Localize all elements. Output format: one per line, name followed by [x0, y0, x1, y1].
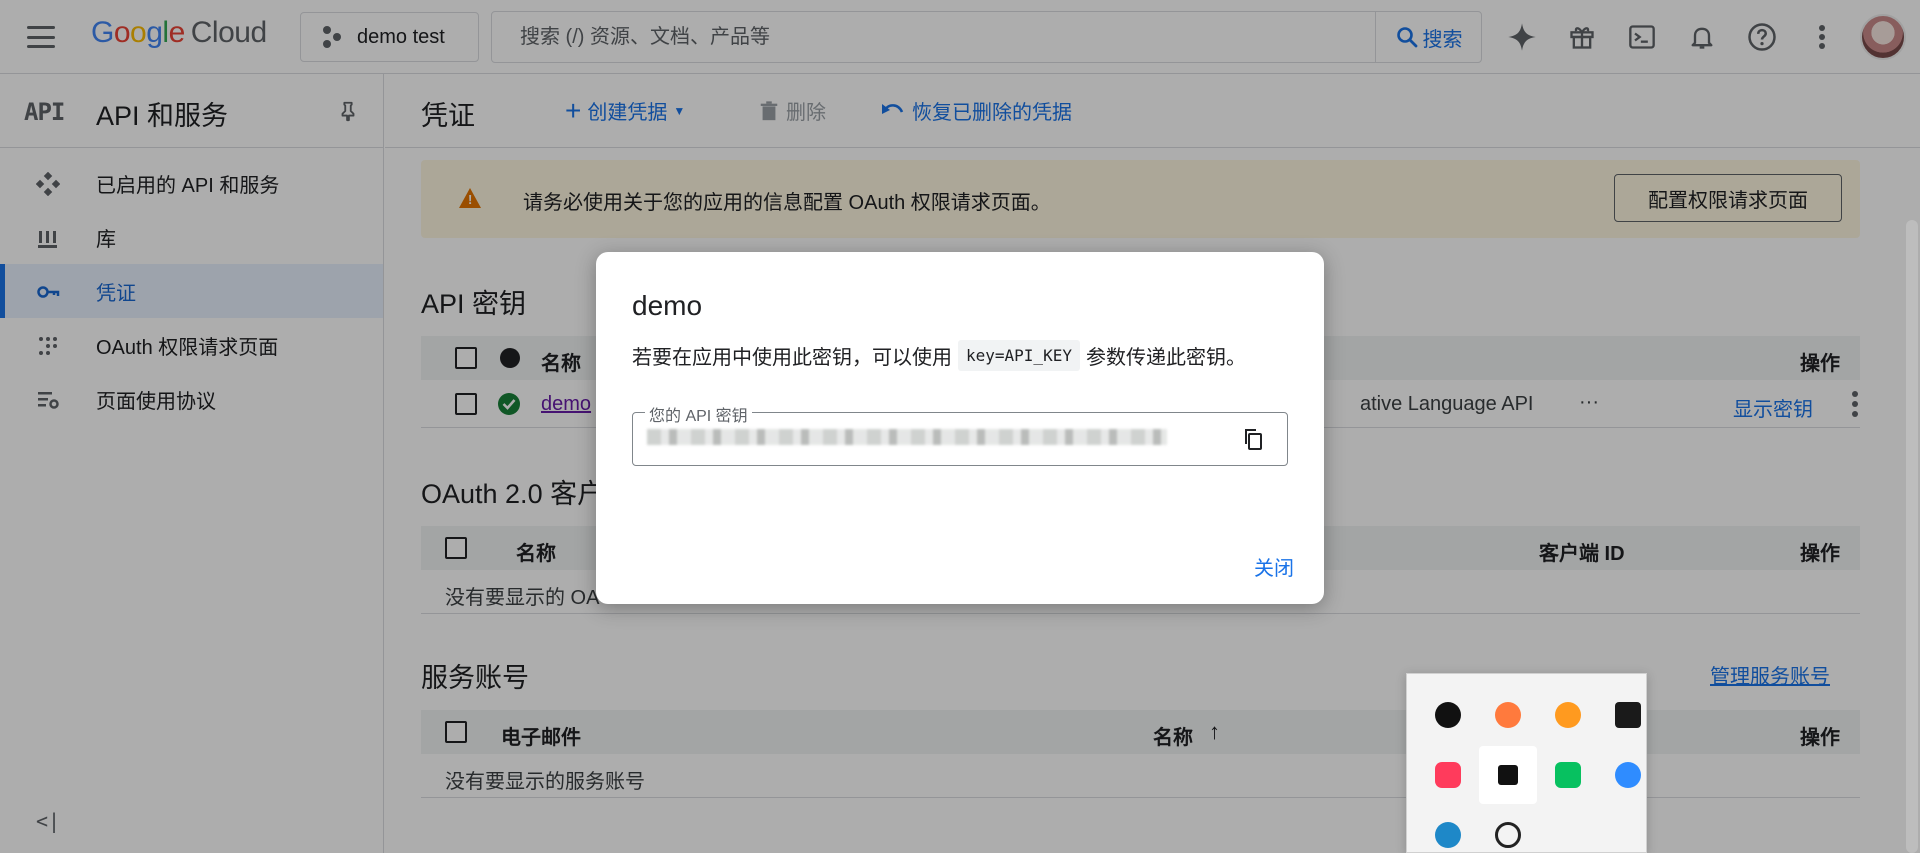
black-square-app-icon[interactable] [1479, 746, 1537, 804]
openai-icon[interactable] [1479, 806, 1537, 853]
api-key-dialog: demo 若要在应用中使用此密钥，可以使用 key=API_KEY 参数传递此密… [596, 252, 1324, 604]
cat-app-icon[interactable] [1479, 686, 1537, 744]
copy-icon[interactable] [1241, 427, 1265, 451]
system-tray-overflow [1406, 673, 1647, 853]
dialog-title: demo [632, 290, 703, 321]
wechat-icon[interactable] [1539, 746, 1597, 804]
dialog-description: 若要在应用中使用此密钥，可以使用 key=API_KEY 参数传递此密钥。 [632, 340, 1246, 371]
blue-search-app-icon[interactable] [1599, 746, 1657, 804]
page-scrollbar[interactable] [1906, 220, 1918, 853]
qq-icon[interactable] [1419, 686, 1477, 744]
api-key-field[interactable]: 您的 API 密钥 [632, 402, 1288, 466]
jetbrains-toolbox-icon[interactable] [1599, 686, 1657, 744]
red-app-icon[interactable] [1419, 746, 1477, 804]
flame-app-icon[interactable] [1539, 686, 1597, 744]
security-shield-icon[interactable] [1419, 806, 1477, 853]
close-button[interactable]: 关闭 [1254, 552, 1294, 581]
api-key-field-label: 您的 API 密钥 [645, 402, 752, 426]
api-key-value-redacted[interactable] [647, 429, 1167, 445]
key-param-code: key=API_KEY [958, 340, 1080, 371]
